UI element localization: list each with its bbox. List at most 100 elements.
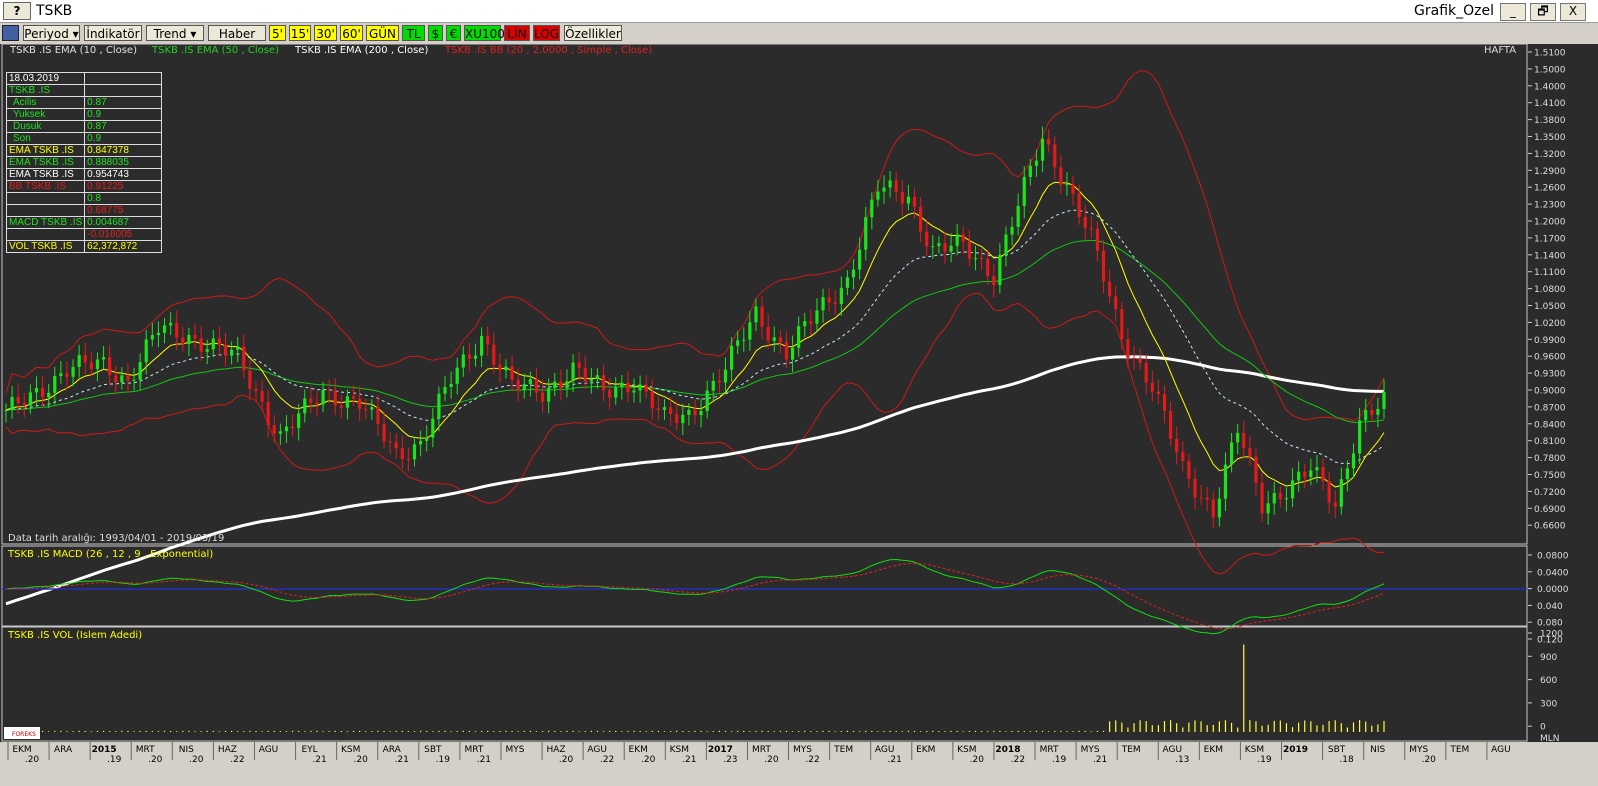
candle-body bbox=[47, 392, 51, 398]
candle-body bbox=[431, 418, 435, 438]
interval-60-button[interactable]: 60' bbox=[340, 25, 363, 41]
candle-body bbox=[4, 410, 8, 412]
help-button[interactable]: ? bbox=[3, 2, 31, 20]
time-month-label: MYS bbox=[505, 745, 524, 755]
candle-body bbox=[1327, 481, 1331, 503]
candle-body bbox=[333, 390, 337, 406]
time-month-label: NIS bbox=[1370, 745, 1385, 755]
time-month-label: AGU bbox=[259, 745, 279, 755]
ozellikler-button[interactable]: Özellikler bbox=[564, 25, 622, 41]
candle-body bbox=[803, 321, 807, 327]
haber-button[interactable]: Haber bbox=[208, 25, 266, 41]
candle-body bbox=[760, 306, 764, 327]
candle-body bbox=[28, 392, 32, 406]
chart-area[interactable]: 1.5100 1.5000 1.4000 1.4100 1.3800 1.3500 1.32… bbox=[0, 43, 1598, 782]
candle-body bbox=[638, 384, 642, 391]
candle-body bbox=[809, 321, 813, 324]
candle-body bbox=[1382, 391, 1386, 409]
time-day-label: .23 bbox=[723, 755, 737, 765]
info-ema10-value: 0.847378 bbox=[84, 144, 163, 157]
time-day-label: .22 bbox=[805, 755, 819, 765]
time-day-label: .21 bbox=[682, 755, 696, 765]
indikator-label: İndikatör bbox=[86, 27, 140, 41]
restore-button[interactable]: 🗗 bbox=[1530, 3, 1556, 21]
candle-body bbox=[1040, 138, 1045, 161]
periyod-label: Periyod bbox=[24, 27, 69, 41]
candle-body bbox=[510, 366, 514, 380]
indikator-dropdown[interactable]: İndikatör ▾ bbox=[84, 25, 142, 57]
info-high-value: 0.9 bbox=[84, 108, 163, 121]
candle-body bbox=[772, 337, 776, 341]
volume-tick-label: 1200 bbox=[1540, 630, 1563, 640]
candle-body bbox=[888, 180, 892, 188]
candle-body bbox=[16, 396, 20, 403]
linear-scale-button[interactable]: LİN bbox=[504, 25, 530, 41]
candle-body bbox=[992, 276, 996, 286]
info-table: 18.03.2019 TSKB .IS Acilis 0.87 Yuksek 0.9… bbox=[5, 72, 163, 253]
candle-body bbox=[687, 410, 691, 415]
candle-body bbox=[1162, 394, 1167, 411]
candle-body bbox=[388, 441, 392, 443]
time-month-label: KSM bbox=[670, 745, 689, 755]
time-day-label: .20 bbox=[189, 755, 204, 765]
candle-body bbox=[1297, 471, 1301, 481]
candle-body bbox=[290, 426, 295, 429]
candle-body bbox=[864, 217, 868, 250]
periyod-dropdown[interactable]: Periyod ▾ bbox=[23, 25, 80, 41]
time-day-label: .22 bbox=[1011, 755, 1025, 765]
candle-body bbox=[1156, 391, 1160, 395]
candle-body bbox=[284, 426, 289, 432]
currency-usd-button[interactable]: $ bbox=[428, 25, 443, 41]
candle-body bbox=[1047, 138, 1051, 145]
candle-body bbox=[65, 373, 69, 377]
candle-body bbox=[522, 384, 526, 391]
candle-body bbox=[784, 342, 789, 360]
log-scale-button[interactable]: LOG bbox=[533, 25, 560, 41]
time-month-label: TEM bbox=[833, 745, 853, 755]
interval-5-button[interactable]: 5' bbox=[269, 25, 286, 41]
candle-body bbox=[1199, 497, 1203, 499]
price-tick-label: 0.7800 bbox=[1534, 454, 1566, 464]
xu100-button[interactable]: XU100 bbox=[464, 25, 505, 41]
legend-ema50: TSKB .IS EMA (50 , Close) bbox=[151, 45, 279, 56]
candle-body bbox=[266, 401, 270, 426]
time-month-label: 2019 bbox=[1283, 745, 1308, 755]
foreks-logo-text: FOREKS bbox=[12, 731, 36, 738]
candle-body bbox=[1089, 228, 1093, 230]
candle-body bbox=[1144, 363, 1148, 383]
close-button[interactable]: X bbox=[1560, 3, 1586, 21]
info-ema200-label: EMA TSKB .IS bbox=[5, 168, 86, 181]
time-month-label: MRT bbox=[464, 745, 483, 755]
candle-body bbox=[742, 339, 746, 341]
candle-body bbox=[1028, 165, 1032, 177]
chevron-down-icon: ▾ bbox=[72, 27, 79, 41]
chart-svg[interactable]: 1.5100 1.5000 1.4000 1.4100 1.3800 1.3500 1.32… bbox=[0, 43, 1598, 782]
interval-30-button[interactable]: 30' bbox=[314, 25, 337, 41]
minimize-button[interactable]: _ bbox=[1500, 3, 1526, 21]
interval-15-button[interactable]: 15' bbox=[289, 25, 311, 41]
candle-body bbox=[95, 359, 100, 369]
candle-body bbox=[644, 384, 648, 392]
candle-body bbox=[199, 338, 203, 352]
info-vol-value: 62,372,872 bbox=[84, 240, 163, 253]
candle-body bbox=[833, 302, 837, 305]
price-tick-label: 0.8100 bbox=[1534, 437, 1566, 447]
time-month-label: ARA bbox=[383, 745, 402, 755]
time-day-label: .20 bbox=[559, 755, 574, 765]
info-macd-value: 0.004687 bbox=[84, 216, 163, 229]
volume-tick-label: 900 bbox=[1540, 653, 1557, 663]
candle-body bbox=[943, 243, 947, 252]
price-tick-label: 1.2900 bbox=[1534, 167, 1566, 177]
trend-dropdown[interactable]: Trend ▾ bbox=[146, 25, 204, 41]
candle-body bbox=[236, 346, 240, 350]
candle-body bbox=[156, 332, 161, 336]
currency-tl-button[interactable]: TL bbox=[402, 25, 425, 41]
candle-body bbox=[589, 379, 593, 382]
interval-day-button[interactable]: GÜN bbox=[366, 25, 399, 41]
candle-body bbox=[461, 354, 465, 368]
candle-body bbox=[1181, 452, 1185, 462]
time-day-label: .21 bbox=[312, 755, 326, 765]
candle-body bbox=[1071, 184, 1075, 194]
candle-body bbox=[1217, 498, 1221, 518]
currency-eur-button[interactable]: € bbox=[446, 25, 461, 41]
